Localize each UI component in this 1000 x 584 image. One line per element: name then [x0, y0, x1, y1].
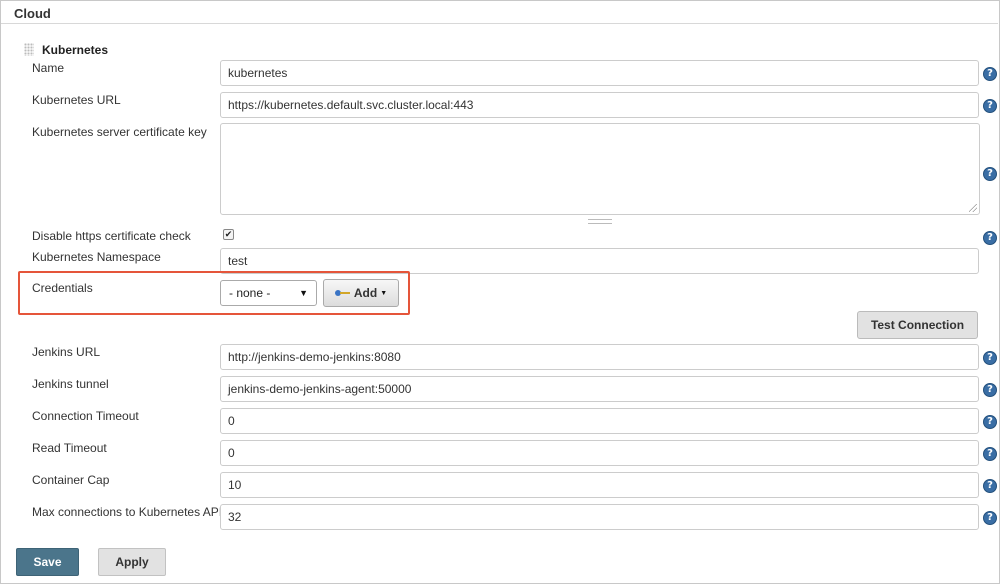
drag-handle-icon[interactable]	[24, 43, 34, 56]
connection-timeout-input[interactable]: 0	[220, 408, 979, 434]
help-icon[interactable]: ?	[983, 511, 997, 525]
resize-grip-icon[interactable]	[969, 204, 977, 212]
save-button[interactable]: Save	[16, 548, 79, 576]
jenkins-url-label: Jenkins URL	[32, 345, 101, 359]
jenkins-tunnel-input[interactable]: jenkins-demo-jenkins-agent:50000	[220, 376, 979, 402]
kubernetes-url-label: Kubernetes URL	[32, 93, 121, 107]
credentials-highlight-box	[18, 271, 410, 315]
container-cap-label: Container Cap	[32, 473, 110, 487]
read-timeout-label: Read Timeout	[32, 441, 107, 455]
server-cert-key-label: Kubernetes server certificate key	[32, 125, 207, 139]
server-cert-key-textarea[interactable]	[220, 123, 980, 215]
connection-timeout-label: Connection Timeout	[32, 409, 139, 423]
jenkins-tunnel-label: Jenkins tunnel	[32, 377, 109, 391]
help-icon[interactable]: ?	[983, 383, 997, 397]
help-icon[interactable]: ?	[983, 231, 997, 245]
disable-https-check-label: Disable https certificate check	[32, 229, 191, 243]
help-icon[interactable]: ?	[983, 415, 997, 429]
test-connection-button[interactable]: Test Connection	[857, 311, 978, 339]
name-label: Name	[32, 61, 65, 75]
kubernetes-url-input[interactable]: https://kubernetes.default.svc.cluster.l…	[220, 92, 979, 118]
disable-https-check-checkbox[interactable]: ✔	[223, 229, 234, 240]
help-icon[interactable]: ?	[983, 167, 997, 181]
jenkins-url-input[interactable]: http://jenkins-demo-jenkins:8080	[220, 344, 979, 370]
help-icon[interactable]: ?	[983, 351, 997, 365]
help-icon[interactable]: ?	[983, 99, 997, 113]
namespace-label: Kubernetes Namespace	[32, 250, 161, 264]
section-title: Cloud	[14, 6, 51, 21]
cloud-block-title: Kubernetes	[42, 43, 109, 57]
name-input[interactable]: kubernetes	[220, 60, 979, 86]
section-header: Cloud	[1, 1, 998, 24]
container-cap-input[interactable]: 10	[220, 472, 979, 498]
help-icon[interactable]: ?	[983, 447, 997, 461]
max-connections-input[interactable]: 32	[220, 504, 979, 530]
textarea-expand-handle[interactable]	[588, 219, 612, 224]
help-icon[interactable]: ?	[983, 479, 997, 493]
max-connections-label: Max connections to Kubernetes API	[32, 505, 223, 519]
help-icon[interactable]: ?	[983, 67, 997, 81]
apply-button[interactable]: Apply	[98, 548, 166, 576]
read-timeout-input[interactable]: 0	[220, 440, 979, 466]
